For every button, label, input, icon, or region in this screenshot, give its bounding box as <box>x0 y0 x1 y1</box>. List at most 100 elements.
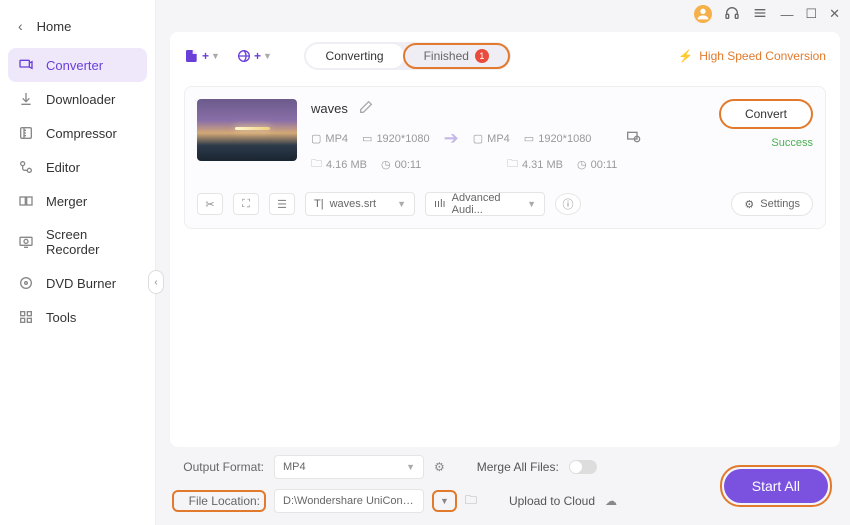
file-name: waves <box>311 101 348 116</box>
target-specs: ▢MP4 ▭1920*1080 <box>473 132 592 145</box>
trim-icon[interactable]: ✂ <box>197 193 223 215</box>
file-location-value: D:\Wondershare UniConverter 1 <box>283 495 415 507</box>
src-size: 4.16 MB <box>326 159 367 171</box>
file-location-chevron[interactable]: ▼ <box>434 492 455 510</box>
sidebar-item-label: Compressor <box>46 126 117 141</box>
output-format-label: Output Format: <box>174 460 264 474</box>
info-icon[interactable]: ⓘ <box>555 193 581 215</box>
queue-item: waves ▢MP4 ▭1920*1080 ➔ ▢MP4 ▭1920*1 <box>184 86 826 229</box>
video-icon: ▢ <box>311 132 321 145</box>
sidebar-item-editor[interactable]: Editor <box>0 150 155 184</box>
sidebar: ‹ Home Converter Downloader Compressor E… <box>0 0 156 525</box>
tab-label: Converting <box>326 49 384 63</box>
sidebar-item-compressor[interactable]: Compressor <box>0 116 155 150</box>
start-all-button[interactable]: Start All <box>724 469 828 503</box>
status-tabs: Converting Finished 1 <box>304 42 511 70</box>
chevron-down-icon: ▼ <box>211 51 220 61</box>
tools-icon <box>18 309 34 325</box>
tab-converting[interactable]: Converting <box>306 44 404 68</box>
finished-badge: 1 <box>475 49 489 63</box>
panel: + ▼ + ▼ Converting Finished 1 ⚡ <box>170 32 840 447</box>
downloader-icon <box>18 91 34 107</box>
audio-dropdown[interactable]: ıılı Advanced Audi... ▼ <box>425 192 545 216</box>
chevron-down-icon: ▼ <box>527 199 536 209</box>
video-thumbnail[interactable] <box>197 99 297 161</box>
sidebar-item-dvdburner[interactable]: DVD Burner <box>0 266 155 300</box>
tab-finished[interactable]: Finished 1 <box>404 44 509 68</box>
user-avatar[interactable] <box>694 5 712 23</box>
collapse-sidebar-button[interactable]: ‹ <box>148 270 164 294</box>
lightning-icon: ⚡ <box>678 49 693 63</box>
sidebar-item-label: Merger <box>46 194 87 209</box>
output-format-dropdown[interactable]: MP4 ▼ <box>274 455 424 479</box>
cloud-icon[interactable]: ☁ <box>605 494 617 508</box>
arrow-right-icon: ➔ <box>444 128 459 149</box>
merge-toggle[interactable] <box>569 460 597 474</box>
sidebar-item-converter[interactable]: Converter <box>8 48 147 82</box>
headphones-icon[interactable] <box>724 5 740 24</box>
compressor-icon <box>18 125 34 141</box>
sidebar-item-screenrecorder[interactable]: Screen Recorder <box>0 218 155 266</box>
upload-cloud-label: Upload to Cloud <box>509 494 595 508</box>
crop-icon[interactable]: ⛶ <box>233 193 259 215</box>
chevron-down-icon: ▼ <box>263 51 272 61</box>
back-button[interactable]: ‹ Home <box>0 12 155 48</box>
start-all-label: Start All <box>752 478 800 494</box>
chevron-left-icon: ‹ <box>18 18 23 34</box>
close-button[interactable]: ✕ <box>829 6 840 22</box>
merger-icon <box>18 193 34 209</box>
gear-icon: ⚙ <box>744 198 754 211</box>
resolution-icon: ▭ <box>362 132 372 145</box>
sidebar-item-tools[interactable]: Tools <box>0 300 155 334</box>
convert-label: Convert <box>745 107 787 121</box>
sidebar-item-label: Editor <box>46 160 80 175</box>
audio-icon: ıılı <box>434 198 446 210</box>
highspeed-label: High Speed Conversion <box>699 49 826 63</box>
settings-label: Settings <box>760 198 800 210</box>
minimize-button[interactable]: — <box>780 7 793 22</box>
source-specs: ▢MP4 ▭1920*1080 <box>311 132 430 145</box>
subtitle-dropdown[interactable]: T| waves.srt ▼ <box>305 192 415 216</box>
add-file-button[interactable]: + ▼ <box>184 48 220 64</box>
settings-button[interactable]: ⚙ Settings <box>731 192 813 216</box>
src-resolution: 1920*1080 <box>376 133 429 145</box>
dvdburner-icon <box>18 275 34 291</box>
titlebar: — ☐ ✕ <box>156 0 850 28</box>
highspeed-toggle[interactable]: ⚡ High Speed Conversion <box>678 49 826 63</box>
sidebar-item-label: Converter <box>46 58 103 73</box>
sidebar-item-downloader[interactable]: Downloader <box>0 82 155 116</box>
menu-icon[interactable] <box>752 5 768 24</box>
panel-toprow: + ▼ + ▼ Converting Finished 1 ⚡ <box>184 42 826 70</box>
add-url-button[interactable]: + ▼ <box>236 48 272 64</box>
sidebar-item-label: Downloader <box>46 92 115 107</box>
src-duration: 00:11 <box>395 159 422 171</box>
video-icon: ▢ <box>473 132 483 145</box>
merge-label: Merge All Files: <box>477 460 559 474</box>
status-success: Success <box>771 137 813 149</box>
converter-icon <box>18 57 34 73</box>
maximize-button[interactable]: ☐ <box>805 6 817 22</box>
sidebar-item-label: DVD Burner <box>46 276 116 291</box>
tab-label: Finished <box>424 49 469 63</box>
target-settings-icon[interactable] <box>625 129 641 148</box>
folder-icon: 🗀 <box>311 155 322 174</box>
output-format-value: MP4 <box>283 461 306 473</box>
dst-resolution: 1920*1080 <box>538 133 591 145</box>
clock-icon: ◷ <box>577 158 587 171</box>
convert-button[interactable]: Convert <box>719 99 813 129</box>
dst-size: 4.31 MB <box>522 159 563 171</box>
sidebar-item-merger[interactable]: Merger <box>0 184 155 218</box>
edit-name-icon[interactable] <box>358 99 374 118</box>
plus-icon: + <box>202 49 209 63</box>
sidebar-item-label: Screen Recorder <box>46 227 137 257</box>
chevron-down-icon: ▼ <box>397 199 406 209</box>
audio-value: Advanced Audi... <box>452 192 521 216</box>
sidebar-item-label: Tools <box>46 310 76 325</box>
folder-icon: 🗀 <box>507 155 518 174</box>
start-all-outline: Start All <box>720 465 832 507</box>
more-icon[interactable]: ☰ <box>269 193 295 215</box>
resolution-icon: ▭ <box>524 132 534 145</box>
open-folder-icon[interactable]: 🗀 <box>465 491 477 512</box>
output-gear-icon[interactable]: ⚙ <box>434 460 445 474</box>
file-location-dropdown[interactable]: D:\Wondershare UniConverter 1 <box>274 489 424 513</box>
